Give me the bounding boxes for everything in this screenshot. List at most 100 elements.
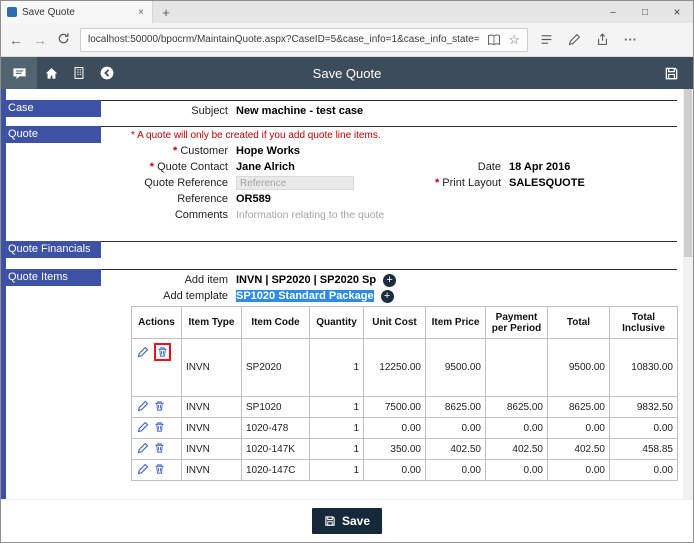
tab-favicon-icon [7,7,17,17]
address-bar[interactable]: localhost:50000/bpocrm/MaintainQuote.asp… [80,28,528,52]
cell-quantity: 1 [310,397,364,418]
table-row: INVN SP2020 1 12250.00 9500.00 9500.00 1… [132,339,678,397]
back-icon[interactable]: ← [9,33,23,47]
window-controls: – □ × [597,1,693,23]
save-floppy-icon [324,515,336,527]
field-label: Subject [191,105,228,117]
forward-icon[interactable]: → [33,33,47,47]
delete-icon[interactable] [154,442,165,454]
field-row-reference: Reference OR589 [1,191,677,207]
cell-unit-cost: 0.00 [364,418,426,439]
field-row-date: Date 18 Apr 2016 [419,159,585,175]
table-row: INVN 1020-147K 1 350.00 402.50 402.50 40… [132,439,678,460]
field-label: Add item [185,274,228,286]
delete-icon[interactable] [154,421,165,433]
edit-icon[interactable] [137,346,149,358]
field-label: Reference [177,193,228,205]
refresh-icon[interactable] [57,32,70,47]
hub-icon[interactable] [540,33,553,46]
required-mark: * [150,161,154,173]
add-item-row: Add item INVN | SP2020 | SP2020 Sp + [1,272,677,288]
table-row: INVN 1020-478 1 0.00 0.00 0.00 0.00 0.00 [132,418,678,439]
scrollbar-thumb[interactable] [684,89,692,257]
cell-item-price: 0.00 [426,418,486,439]
cell-payment-per-period: 0.00 [486,460,548,481]
page-scrollbar[interactable] [683,89,693,499]
add-template-row: Add template SP1020 Standard Package + [1,288,677,304]
cell-item-price: 8625.00 [426,397,486,418]
delete-icon[interactable] [154,463,165,475]
add-item-value[interactable]: INVN | SP2020 | SP2020 Sp [236,274,376,286]
cell-item-type: INVN [182,460,242,481]
section-header-quote-items[interactable]: Quote Items [1,269,101,286]
section-quote-financials: Quote Financials [1,241,677,258]
home-icon[interactable] [37,57,65,89]
page-content: Case Subject New machine - test case Quo… [1,89,693,499]
cell-unit-cost: 7500.00 [364,397,426,418]
cell-unit-cost: 0.00 [364,460,426,481]
maximize-button[interactable]: □ [629,1,661,23]
url-text: localhost:50000/bpocrm/MaintainQuote.asp… [88,34,480,45]
section-quote: Quote * A quote will only be created if … [1,126,677,223]
reference-value: OR589 [236,193,271,205]
window-close-button[interactable]: × [661,1,693,23]
col-total-inclusive: Total Inclusive [610,307,678,339]
comments-input[interactable] [236,208,491,222]
edit-icon[interactable] [137,442,149,454]
field-label: Customer [180,145,228,157]
cell-quantity: 1 [310,439,364,460]
customer-value[interactable]: Hope Works [236,145,300,157]
col-item-price: Item Price [426,307,486,339]
share-icon[interactable] [596,33,609,46]
cell-item-price: 402.50 [426,439,486,460]
reading-view-icon[interactable] [487,34,501,46]
cell-unit-cost: 350.00 [364,439,426,460]
field-row-comments: Comments [1,207,677,223]
delete-icon[interactable] [154,400,165,412]
browser-tab[interactable]: Save Quote × [1,1,153,23]
col-actions: Actions [132,307,182,339]
web-note-pen-icon[interactable] [568,33,581,46]
print-layout-value[interactable]: SALESQUOTE [509,177,585,189]
col-item-code: Item Code [242,307,310,339]
cell-total: 0.00 [548,418,610,439]
date-value[interactable]: 18 Apr 2016 [509,161,570,173]
quote-items-table: Actions Item Type Item Code Quantity Uni… [131,306,678,481]
col-item-type: Item Type [182,307,242,339]
save-icon[interactable] [657,57,685,89]
save-button-label: Save [342,514,370,528]
browser-titlebar: Save Quote × + – □ × [1,1,693,23]
field-label: Date [478,161,501,173]
back-circle-icon[interactable] [93,57,121,89]
more-icon[interactable]: ··· [624,33,637,46]
col-payment-per-period: Payment per Period [486,307,548,339]
cell-item-type: INVN [182,418,242,439]
add-item-button[interactable]: + [383,274,396,287]
browser-navbar: ← → localhost:50000/bpocrm/MaintainQuote… [1,23,693,57]
section-divider [101,100,677,101]
edit-icon[interactable] [137,463,149,475]
table-row: INVN 1020-147C 1 0.00 0.00 0.00 0.00 0.0… [132,460,678,481]
company-building-icon[interactable] [65,57,93,89]
section-header-case[interactable]: Case [1,100,101,117]
cell-payment-per-period: 0.00 [486,418,548,439]
edit-icon[interactable] [137,400,149,412]
tab-close-icon[interactable]: × [136,7,146,18]
cell-total-inclusive: 10830.00 [610,339,678,397]
cell-total: 402.50 [548,439,610,460]
cell-total: 8625.00 [548,397,610,418]
new-tab-button[interactable]: + [153,1,179,23]
quote-reference-input[interactable] [236,176,354,190]
delete-icon[interactable] [157,346,168,358]
section-header-quote-financials[interactable]: Quote Financials [1,241,101,258]
add-template-button[interactable]: + [381,290,394,303]
add-template-value[interactable]: SP1020 Standard Package [236,290,374,302]
favorite-star-icon[interactable]: ☆ [508,33,520,46]
minimize-button[interactable]: – [597,1,629,23]
quote-contact-value[interactable]: Jane Alrich [236,161,295,173]
col-total: Total [548,307,610,339]
edit-icon[interactable] [137,421,149,433]
cell-item-price: 0.00 [426,460,486,481]
chat-icon[interactable] [1,57,37,89]
save-button[interactable]: Save [312,508,382,534]
